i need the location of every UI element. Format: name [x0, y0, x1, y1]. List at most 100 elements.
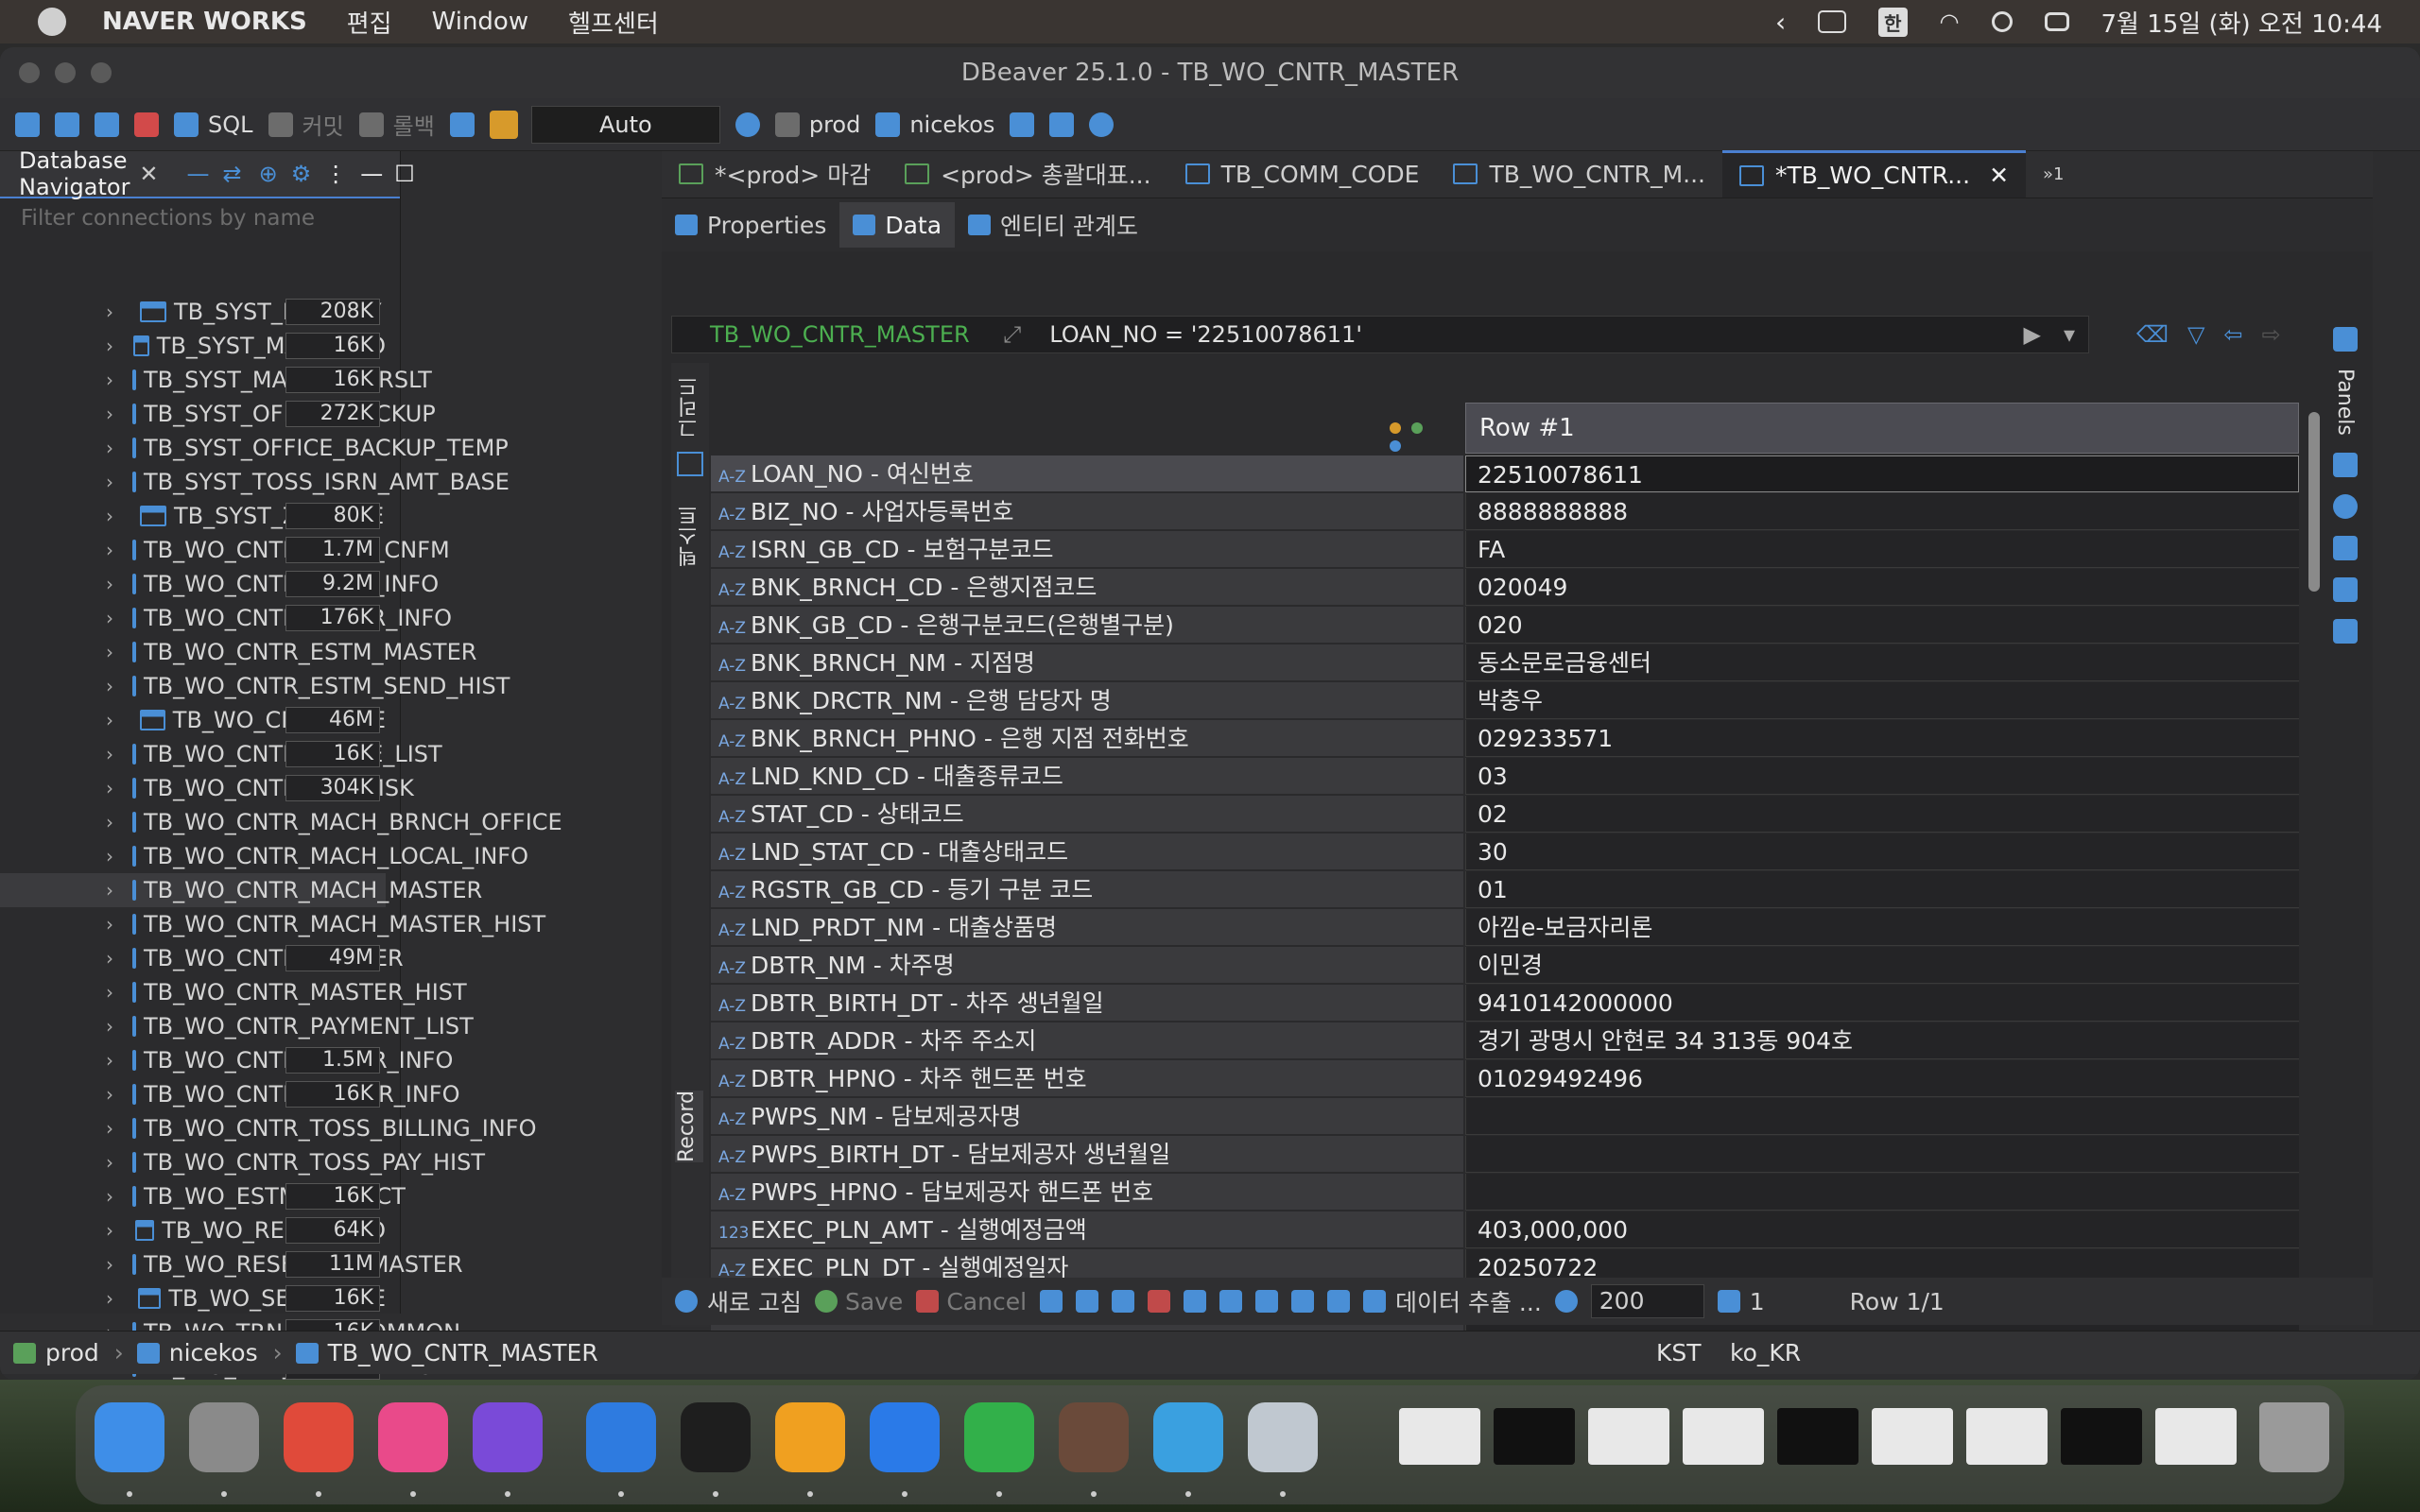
menu-window[interactable]: Window: [432, 8, 529, 36]
fetch-next-icon[interactable]: [1717, 1290, 1740, 1313]
navigator-table-item[interactable]: ›TB_WO_CNTR_RGSTR_INFO1.5M: [0, 1043, 453, 1077]
sql-editor-icon[interactable]: [174, 112, 199, 137]
grid-icon[interactable]: [677, 452, 703, 476]
chevron-right-icon[interactable]: ›: [106, 1287, 119, 1310]
subtab-er-diagram[interactable]: 엔티티 관계도: [955, 202, 1151, 248]
collapse-icon[interactable]: —: [187, 161, 210, 187]
close-icon[interactable]: ✕: [139, 161, 158, 187]
minimized-window-thumbnail[interactable]: [1966, 1408, 2048, 1465]
column-label[interactable]: A-Z RGSTR_GB_CD - 등기 구분 코드: [711, 871, 1463, 908]
metadata-panel-icon[interactable]: [2333, 493, 2358, 519]
cell-value[interactable]: FA: [1465, 531, 2299, 568]
apply-filter-icon[interactable]: ▶: [2024, 321, 2041, 348]
datasource-selector[interactable]: prod: [809, 112, 861, 138]
chevron-right-icon[interactable]: ›: [106, 573, 113, 595]
column-label[interactable]: A-Z DBTR_NM - 차주명: [711, 947, 1463, 984]
text-view-tab[interactable]: 텍스트: [675, 505, 703, 567]
record-row[interactable]: A-Z BIZ_NO - 사업자등록번호 8888888888: [711, 493, 2299, 531]
navigator-table-item[interactable]: ›TB_WO_CNTR_SELLER_INFO16K: [0, 1077, 460, 1111]
erd-icon[interactable]: [1049, 112, 1075, 137]
chevron-right-icon[interactable]: ›: [106, 641, 113, 663]
record-row[interactable]: A-Z BNK_BRNCH_PHNO - 은행 지점 전화번호 029233571: [711, 720, 2299, 758]
export-icon[interactable]: [1363, 1290, 1387, 1313]
record-row[interactable]: A-Z PWPS_BIRTH_DT - 담보제공자 생년월일: [711, 1136, 2299, 1174]
rollback-icon[interactable]: [358, 112, 384, 137]
transaction-mode-icon[interactable]: [449, 112, 475, 137]
navigator-table-item[interactable]: › TB_WO_REGO_INFO 64K: [0, 1213, 386, 1247]
refresh-button[interactable]: 새로 고침: [707, 1284, 802, 1318]
filter-expression-input[interactable]: LOAN_NO = '22510078611': [1049, 321, 1362, 348]
commit-icon[interactable]: [268, 112, 293, 137]
cell-value[interactable]: 01029492496: [1465, 1060, 2299, 1097]
terminal-dock-icon[interactable]: [681, 1402, 751, 1472]
sql-button[interactable]: SQL: [208, 112, 253, 138]
funnel-icon[interactable]: ▽: [2187, 321, 2204, 348]
minimized-window-thumbnail[interactable]: [2061, 1408, 2142, 1465]
record-row[interactable]: A-Z BNK_GB_CD - 은행구분코드(은행별구분) 020: [711, 607, 2299, 644]
chevron-right-icon[interactable]: ›: [106, 335, 114, 357]
navigator-table-item[interactable]: › TB_SYST_HOLIDAY 208K: [0, 295, 386, 329]
navigator-table-item[interactable]: › TB_WO_CNTR_IMG_MSK 304K: [0, 771, 414, 805]
chevron-right-icon[interactable]: ›: [106, 539, 113, 561]
navigator-filter-input[interactable]: Filter connections by name: [0, 198, 400, 238]
navigator-table-item[interactable]: › TB_WO_CNTR_MACH_LOCAL_INFO: [0, 839, 528, 873]
record-row[interactable]: A-Z DBTR_HPNO - 차주 핸드폰 번호 01029492496: [711, 1060, 2299, 1098]
cell-value[interactable]: [1465, 1136, 2299, 1173]
column-label[interactable]: 123EXEC_PLN_AMT - 실행예정금액: [711, 1211, 1463, 1248]
navigator-table-item[interactable]: › TB_SYST_OFFICE_BACKUP_TEMP: [0, 431, 509, 465]
column-label[interactable]: A-Z BNK_GB_CD - 은행구분코드(은행별구분): [711, 607, 1463, 644]
chevron-right-icon[interactable]: ›: [106, 879, 113, 902]
cell-value[interactable]: 아낌e-보금자리론: [1465, 909, 2299, 946]
cell-value[interactable]: 22510078611: [1465, 455, 2299, 492]
dashboard-icon[interactable]: [1010, 112, 1035, 137]
disconnect-icon[interactable]: [134, 112, 159, 137]
record-row[interactable]: A-Z PWPS_HPNO - 담보제공자 핸드폰 번호: [711, 1174, 2299, 1211]
navigator-table-item[interactable]: › TB_WO_CNTR_TOSS_BILLING_INFO: [0, 1111, 536, 1145]
record-row[interactable]: A-Z LND_PRDT_NM - 대출상품명 아낌e-보금자리론: [711, 909, 2299, 947]
record-row[interactable]: A-Z BNK_BRNCH_CD - 은행지점코드 020049: [711, 569, 2299, 607]
trash-icon[interactable]: [2259, 1402, 2329, 1472]
references-panel-icon[interactable]: [2333, 618, 2358, 644]
column-label[interactable]: A-Z DBTR_BIRTH_DT - 차주 생년월일: [711, 985, 1463, 1022]
navigator-table-item[interactable]: ›TB_WO_RESEARCH_MASTER11M: [0, 1247, 463, 1281]
lock-icon[interactable]: [489, 110, 518, 139]
cell-value[interactable]: 9410142000000: [1465, 985, 2299, 1022]
column-label[interactable]: A-Z LND_KND_CD - 대출종류코드: [711, 758, 1463, 795]
record-row[interactable]: A-Z LND_KND_CD - 대출종류코드 03: [711, 758, 2299, 796]
finder-dock-icon[interactable]: [95, 1402, 164, 1472]
navigator-table-item[interactable]: › TB_WO_SEQUENCE 16K: [0, 1281, 386, 1315]
navigator-table-item[interactable]: ›TB_WO_CNTR_IMAGE_LIST16K: [0, 737, 442, 771]
chevron-right-icon[interactable]: ›: [106, 369, 113, 391]
keynote-dock-icon[interactable]: [870, 1402, 940, 1472]
datetime[interactable]: 7월 15일 (화) 오전 10:44: [2101, 5, 2383, 40]
cell-value[interactable]: 020049: [1465, 569, 2299, 606]
numbers-dock-icon[interactable]: [964, 1402, 1034, 1472]
cell-value[interactable]: 이민경: [1465, 947, 2299, 984]
cell-value[interactable]: [1465, 1098, 2299, 1135]
minimized-window-thumbnail[interactable]: [1683, 1408, 1764, 1465]
record-row[interactable]: A-Z ISRN_GB_CD - 보험구분코드 FA: [711, 531, 2299, 569]
refresh-icon[interactable]: [675, 1290, 698, 1313]
export-button[interactable]: 데이터 추출 ...: [1395, 1284, 1542, 1318]
last-row-icon[interactable]: [1291, 1290, 1315, 1313]
cell-value[interactable]: 02: [1465, 796, 2299, 833]
first-row-icon[interactable]: [1184, 1290, 1207, 1313]
chevron-right-icon[interactable]: ›: [106, 811, 113, 833]
chevron-right-icon[interactable]: ›: [106, 505, 121, 527]
calc-panel-icon[interactable]: [2333, 535, 2358, 560]
reconnect-icon[interactable]: [95, 112, 119, 137]
launchpad-dock-icon[interactable]: [189, 1402, 259, 1472]
cell-value[interactable]: 03: [1465, 758, 2299, 795]
chevron-right-icon[interactable]: ›: [106, 675, 113, 697]
chevron-right-icon[interactable]: ›: [106, 845, 113, 868]
history-icon[interactable]: [735, 112, 760, 137]
delete-row-icon[interactable]: [1148, 1290, 1171, 1313]
new-folder-icon[interactable]: ⊕: [259, 161, 278, 187]
pointer-icon[interactable]: [774, 112, 800, 137]
navigator-table-item[interactable]: › TB_WO_CNTR_MASTER 49M: [0, 941, 404, 975]
value-panel-icon[interactable]: [2333, 452, 2358, 477]
column-label[interactable]: A-Z ISRN_GB_CD - 보험구분코드: [711, 531, 1463, 568]
cell-value[interactable]: 01: [1465, 871, 2299, 908]
navigator-table-item[interactable]: › TB_WO_CNTR_MACH_BRNCH_OFFICE: [0, 805, 562, 839]
new-connection-icon[interactable]: [15, 112, 40, 137]
